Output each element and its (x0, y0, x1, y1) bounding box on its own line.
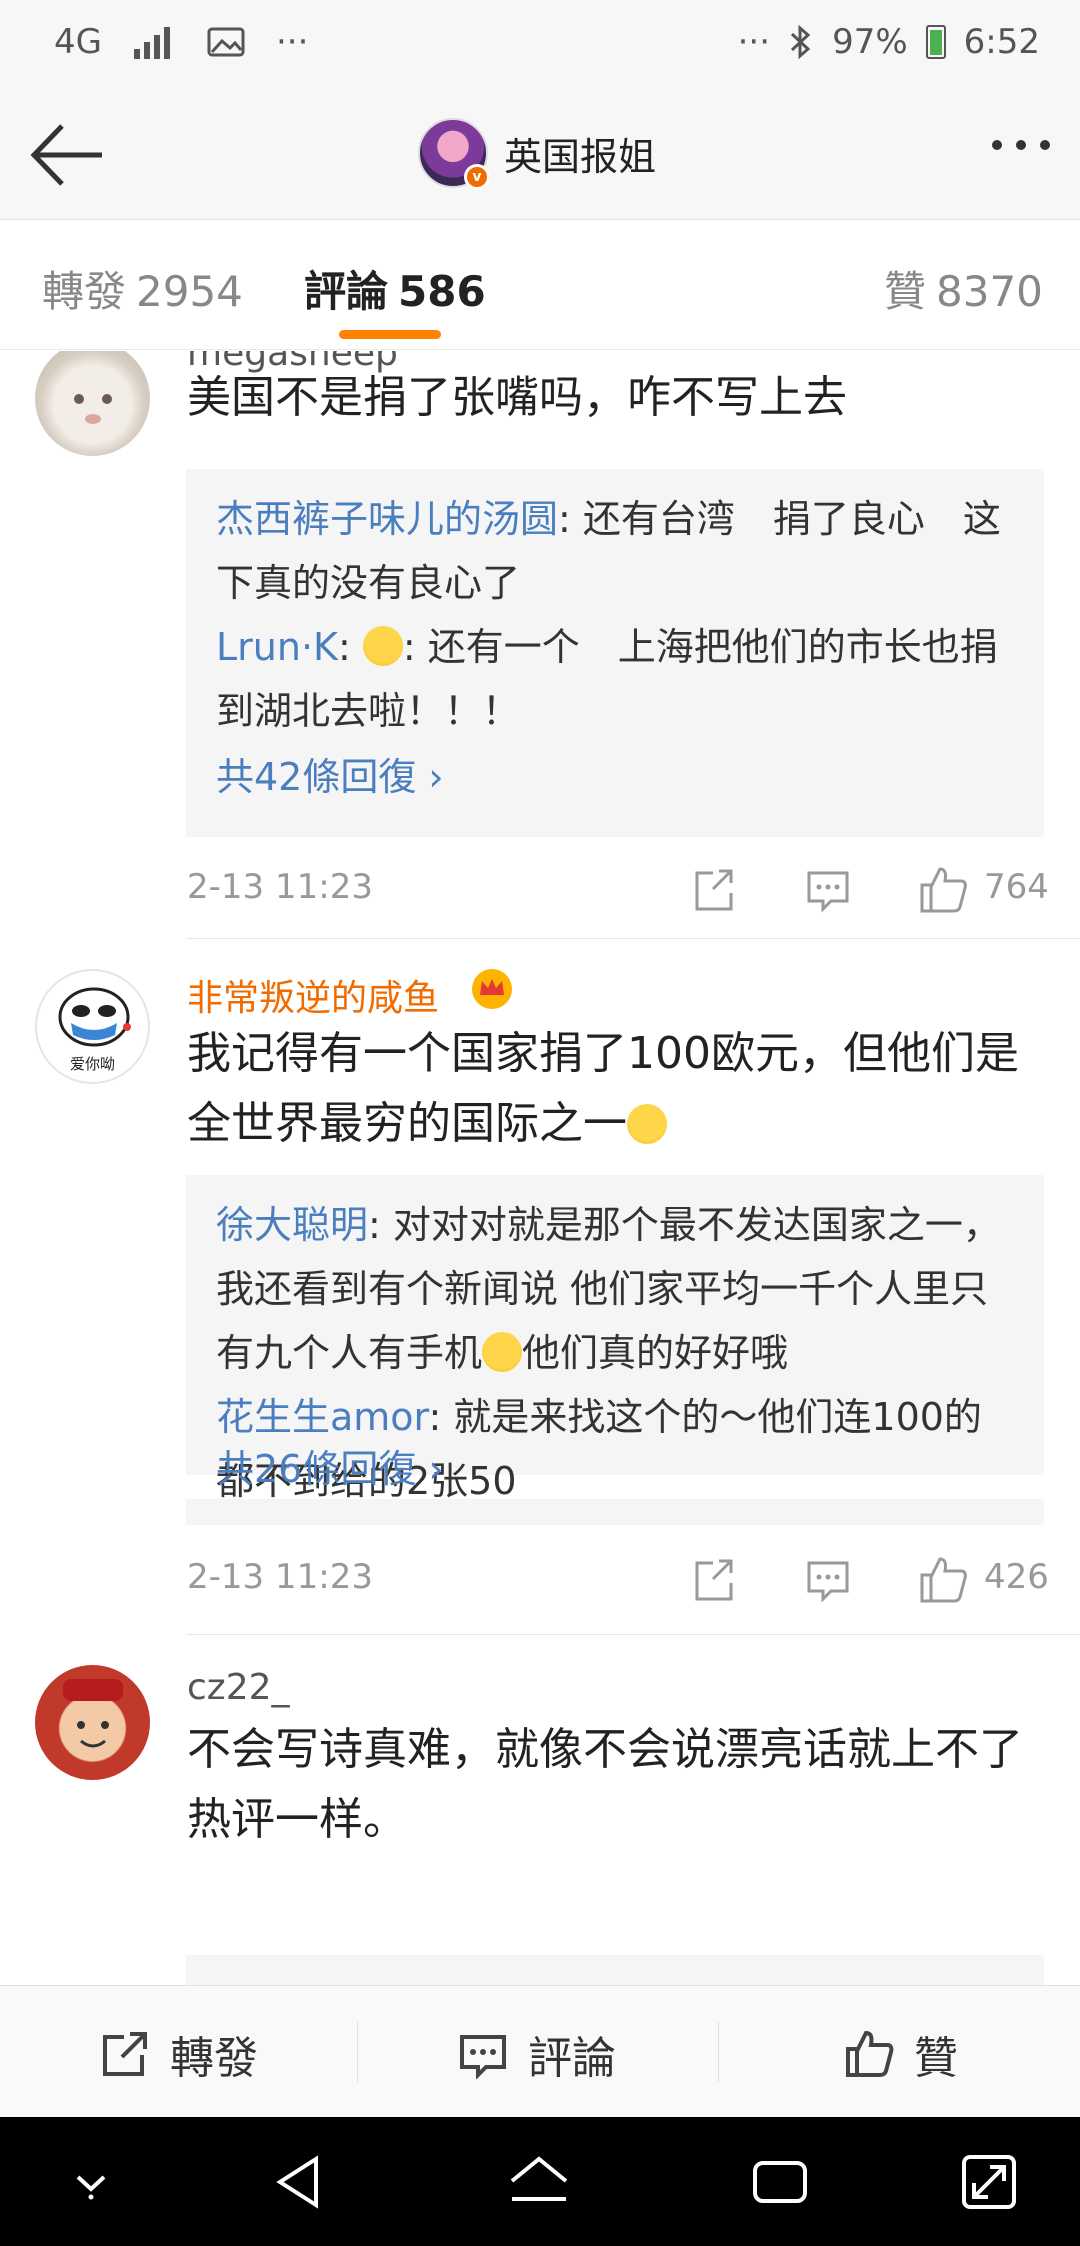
dot-icon (992, 140, 1002, 150)
comment-time: 2-13 11:23 (187, 1557, 373, 1597)
reply-preview-bottom (186, 1499, 1044, 1525)
repost-button[interactable]: 轉發 (100, 2022, 258, 2086)
reply-username[interactable]: 花生生amor (216, 1395, 429, 1439)
comment-text: 不会写诗真难，就像不会说漂亮话就上不了热评一样。 (187, 1724, 1023, 1845)
reply-preview[interactable] (186, 1955, 1044, 1985)
view-more-replies-link[interactable]: 共42條回復 › (216, 745, 1014, 809)
like-icon (846, 2030, 894, 2077)
comment-icon[interactable] (805, 861, 851, 917)
reply-text: 他们真的好好哦 (522, 1331, 789, 1375)
reply-preview[interactable]: 杰西裤子味儿的汤圆: 还有台湾 捐了良心 这下真的没有良心了 Lrun·K: :… (186, 469, 1044, 837)
more-options-button[interactable] (992, 140, 1050, 150)
tab-label: 評論 (304, 267, 389, 316)
comment-meta: 2-13 11:23 764 (187, 859, 1049, 919)
home-icon[interactable] (506, 2149, 572, 2215)
tab-bar: 轉發 2954 評論 586 贊 8370 (0, 220, 1080, 350)
bluetooth-icon (791, 24, 811, 60)
child-face-icon (63, 1679, 123, 1748)
dot-icon (1040, 140, 1050, 150)
repost-icon (103, 2032, 147, 2076)
reply-item: 杰西裤子味儿的汤圆: 还有台湾 捐了良心 这下真的没有良心了 (216, 487, 1014, 615)
reply-username[interactable]: 杰西裤子味儿的汤圆 (216, 497, 558, 541)
bar-separator (357, 2022, 358, 2082)
vip-crown-icon (472, 969, 512, 1009)
repost-label: 轉發 (170, 2033, 258, 2084)
status-right: ··· 97% 6:52 (738, 22, 1040, 62)
reply-preview[interactable]: 徐大聪明: 对对对就是那个最不发达国家之一，我还看到有个新闻说 他们家平均一千个… (186, 1175, 1044, 1503)
like-count: 426 (984, 1557, 1049, 1597)
status-dots: ··· (737, 22, 771, 62)
comment-button[interactable]: 評論 (458, 2022, 616, 2086)
comment-icon (460, 2035, 506, 2079)
account-name[interactable]: 英国报姐 (504, 126, 656, 181)
tab-count: 586 (398, 267, 486, 316)
crying-emoji-icon (482, 1332, 523, 1372)
back-triangle-icon[interactable] (268, 2149, 334, 2215)
back-button[interactable] (28, 120, 108, 190)
comment-icon[interactable] (805, 1551, 851, 1607)
tab-label: 贊 (884, 267, 927, 316)
reply-username[interactable]: Lrun·K (216, 625, 338, 669)
clock: 6:52 (963, 22, 1040, 62)
tab-comments[interactable]: 評論 586 (304, 258, 486, 319)
user-avatar[interactable]: 爱你呦 (35, 969, 150, 1084)
like-button[interactable]: 贊 (844, 2022, 958, 2086)
tab-likes[interactable]: 贊 8370 (884, 258, 1043, 319)
tab-label: 轉發 (42, 267, 127, 316)
more-notifications: ··· (275, 22, 309, 62)
share-icon[interactable] (691, 861, 737, 917)
comment-divider (187, 938, 1080, 939)
account-avatar[interactable]: v (418, 118, 490, 190)
bar-separator (718, 2022, 719, 2082)
network-indicator: 4G (54, 22, 102, 62)
reply-item: Lrun·K: : 还有一个 上海把他们的市长也捐到湖北去啦！！！ (216, 625, 998, 733)
like-label: 贊 (914, 2033, 958, 2084)
comment-username[interactable]: 非常叛逆的咸鱼 (187, 969, 439, 1021)
share-icon[interactable] (691, 1551, 737, 1607)
comment-meta: 2-13 11:23 426 (187, 1549, 1049, 1609)
tab-count: 8370 (936, 267, 1043, 316)
dot-icon (1016, 140, 1026, 150)
battery-percent: 97% (832, 22, 908, 62)
like-count: 764 (984, 867, 1049, 907)
comment-label: 評論 (528, 2033, 616, 2084)
like-icon[interactable] (918, 861, 968, 917)
verified-badge-icon: v (464, 164, 490, 190)
battery-icon (925, 25, 946, 59)
like-icon[interactable] (918, 1551, 968, 1607)
comment-text: 美国不是捐了张嘴吗，咋不写上去 (187, 372, 847, 423)
expand-icon[interactable] (956, 2149, 1022, 2215)
reply-username[interactable]: 徐大聪明 (216, 1203, 368, 1247)
comment-list[interactable]: megasheep 美国不是捐了张嘴吗，咋不写上去 杰西裤子味儿的汤圆: 还有台… (0, 351, 1080, 1985)
hide-keyboard-icon[interactable] (58, 2149, 124, 2215)
account-header[interactable]: v 英国报姐 (418, 118, 656, 190)
active-tab-indicator (339, 330, 441, 339)
comment-text: 我记得有一个国家捐了100欧元，但他们是全世界最穷的国际之一 (187, 1019, 1037, 1159)
comment-text-content: 我记得有一个国家捐了100欧元，但他们是全世界最穷的国际之一 (187, 1028, 1019, 1149)
recent-apps-icon[interactable] (747, 2149, 813, 2215)
view-more-replies-link[interactable]: 共26條回復 › (216, 1437, 444, 1501)
bottom-action-bar: 轉發 評論 贊 (0, 1985, 1080, 2117)
status-bar: 4G ··· ··· 97% 6:52 (0, 0, 1080, 90)
header: v 英国报姐 (0, 90, 1080, 220)
reply-item: 徐大聪明: 对对对就是那个最不发达国家之一，我还看到有个新闻说 他们家平均一千个… (216, 1193, 1014, 1385)
signal-icon (133, 27, 170, 59)
sheep-face-icon (74, 394, 112, 424)
tab-reposts[interactable]: 轉發 2954 (42, 258, 243, 319)
sad-emoji-icon (627, 1104, 667, 1144)
image-icon (207, 27, 245, 57)
laughing-emoji-icon (362, 626, 403, 666)
avatar-caption: 爱你呦 (69, 1055, 115, 1073)
comment-divider (187, 1634, 1080, 1635)
comment-username[interactable]: cz22_ (187, 1667, 290, 1708)
comment-time: 2-13 11:23 (187, 867, 373, 907)
status-left: 4G ··· (54, 22, 308, 62)
tab-count: 2954 (136, 267, 243, 316)
system-navigation-bar (0, 2117, 1080, 2246)
user-avatar[interactable] (35, 351, 150, 456)
back-arrow-icon (30, 124, 102, 186)
user-avatar[interactable] (35, 1665, 150, 1780)
